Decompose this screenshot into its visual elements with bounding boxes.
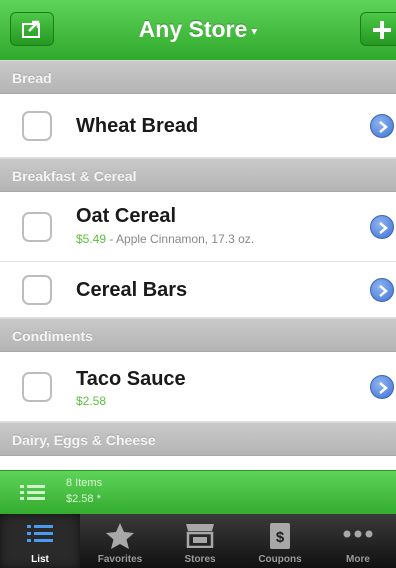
store-name: Any Store xyxy=(138,16,248,42)
item-price: $2.58 xyxy=(76,394,107,408)
list-item[interactable] xyxy=(0,456,396,470)
list-item[interactable]: Taco Sauce $2.58 xyxy=(0,352,396,422)
item-checkbox[interactable] xyxy=(22,372,52,402)
list-item[interactable]: Wheat Bread xyxy=(0,94,396,158)
item-name: Wheat Bread xyxy=(76,115,199,137)
tab-label: More xyxy=(346,554,370,565)
item-count: 8 Items xyxy=(66,477,103,489)
item-checkbox[interactable] xyxy=(22,275,52,305)
store-icon xyxy=(186,524,214,549)
tab-favorites[interactable]: Favorites xyxy=(80,514,160,568)
tab-label: Favorites xyxy=(97,554,143,565)
list-icon xyxy=(20,485,45,500)
star-icon xyxy=(106,523,134,549)
tab-label: Stores xyxy=(184,554,216,565)
disclosure-icon[interactable] xyxy=(370,375,394,399)
item-name: Cereal Bars xyxy=(76,279,188,301)
section-label: Condiments xyxy=(12,328,93,344)
store-selector[interactable]: Any Store ▾ xyxy=(0,16,396,43)
navigation-bar: Any Store ▾ xyxy=(0,0,396,61)
section-header-dairy: Dairy, Eggs & Cheese xyxy=(0,422,396,456)
item-checkbox[interactable] xyxy=(22,212,52,242)
list-icon xyxy=(27,525,53,542)
add-item-button[interactable] xyxy=(360,12,396,46)
plus-icon xyxy=(373,21,391,39)
more-icon xyxy=(343,530,373,538)
section-header-bread: Bread xyxy=(0,60,396,94)
svg-text:$: $ xyxy=(276,529,285,546)
list-total: $2.58 * xyxy=(66,493,101,505)
tab-label: List xyxy=(31,554,49,565)
tab-list[interactable]: List xyxy=(0,514,80,568)
list-item[interactable]: Oat Cereal $5.49 - Apple Cinnamon, 17.3 … xyxy=(0,192,396,262)
item-price: $5.49 xyxy=(76,232,107,246)
section-label: Dairy, Eggs & Cheese xyxy=(12,432,156,448)
item-checkbox[interactable] xyxy=(22,111,52,141)
disclosure-icon[interactable] xyxy=(370,114,394,138)
tab-more[interactable]: More xyxy=(320,514,396,568)
section-label: Bread xyxy=(12,70,52,86)
item-detail: $2.58 xyxy=(76,394,106,408)
tab-label: Coupons xyxy=(258,554,302,565)
item-name: Taco Sauce xyxy=(76,368,186,390)
disclosure-icon[interactable] xyxy=(370,278,394,302)
section-header-breakfast: Breakfast & Cereal xyxy=(0,158,396,192)
section-header-condiments: Condiments xyxy=(0,318,396,352)
tab-coupons[interactable]: $ Coupons xyxy=(240,514,320,568)
list-item[interactable]: Cereal Bars xyxy=(0,262,396,318)
section-label: Breakfast & Cereal xyxy=(12,168,137,184)
item-name: Oat Cereal xyxy=(76,205,177,227)
coupon-icon: $ xyxy=(270,523,290,549)
list-summary-bar[interactable]: 8 Items $2.58 * xyxy=(0,470,396,515)
tab-stores[interactable]: Stores xyxy=(160,514,240,568)
item-detail: $5.49 - Apple Cinnamon, 17.3 oz. xyxy=(76,232,254,246)
item-description: - Apple Cinnamon, 17.3 oz. xyxy=(106,232,255,246)
disclosure-icon[interactable] xyxy=(370,215,394,239)
chevron-down-icon: ▾ xyxy=(251,23,258,38)
tab-bar: List Favorites Stores $ Coupons More xyxy=(0,514,396,568)
